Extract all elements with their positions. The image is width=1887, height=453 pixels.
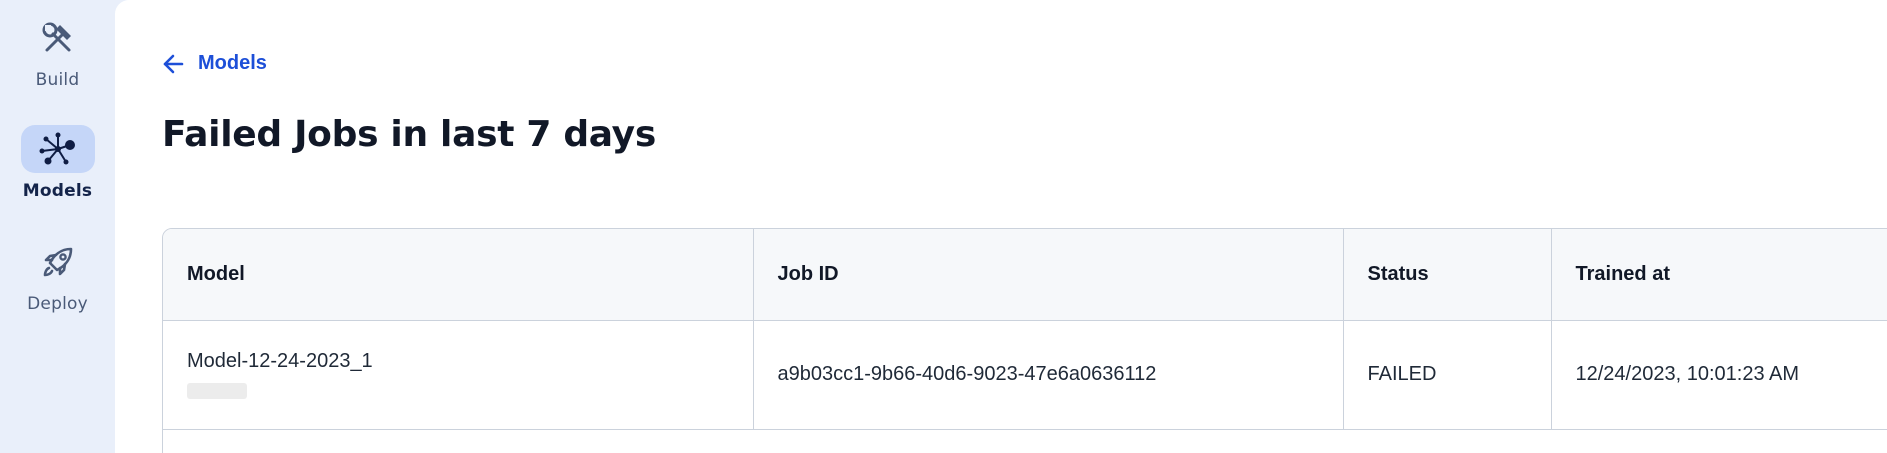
sidebar-item-build[interactable]: Build (0, 14, 115, 90)
arrow-left-icon (162, 54, 184, 74)
sidebar: Build Models Deploy (0, 0, 115, 453)
main-panel: Models Failed Jobs in last 7 days Model … (115, 0, 1887, 453)
status-cell: FAILED (1343, 320, 1552, 430)
sidebar-item-label: Models (22, 181, 93, 201)
app-root: Build Models Deploy Models Failed Jobs i… (0, 0, 1887, 453)
trained-at-cell: 12/24/2023, 10:01:23 AM (1551, 320, 1887, 430)
page-title: Failed Jobs in last 7 days (162, 114, 656, 155)
sidebar-item-label: Build (35, 70, 80, 90)
back-to-models-link[interactable]: Models (162, 52, 267, 75)
table-header-row: Model Job ID Status Trained at (163, 229, 1887, 321)
job-id-cell: a9b03cc1-9b66-40d6-9023-47e6a0636112 (753, 320, 1344, 430)
model-tag-placeholder (187, 383, 247, 399)
sidebar-item-label: Deploy (27, 294, 88, 314)
sidebar-item-models[interactable]: Models (0, 125, 115, 201)
column-header-trained-at[interactable]: Trained at (1551, 229, 1887, 321)
model-cell: Model-12-24-2023_1 (163, 320, 754, 430)
model-name: Model-12-24-2023_1 (187, 350, 373, 372)
hammer-wrench-icon (21, 14, 95, 62)
table-row[interactable]: Model-12-24-2023_1 a9b03cc1-9b66-40d6-90… (163, 320, 1887, 430)
network-graph-icon (20, 125, 95, 173)
failed-jobs-table: Model Job ID Status Trained at Model-12-… (162, 228, 1887, 453)
sidebar-item-deploy[interactable]: Deploy (0, 238, 115, 314)
rocket-icon (21, 238, 95, 286)
back-link-label: Models (198, 52, 267, 74)
column-header-model[interactable]: Model (163, 229, 754, 321)
column-header-job-id[interactable]: Job ID (753, 229, 1344, 321)
column-header-status[interactable]: Status (1343, 229, 1552, 321)
